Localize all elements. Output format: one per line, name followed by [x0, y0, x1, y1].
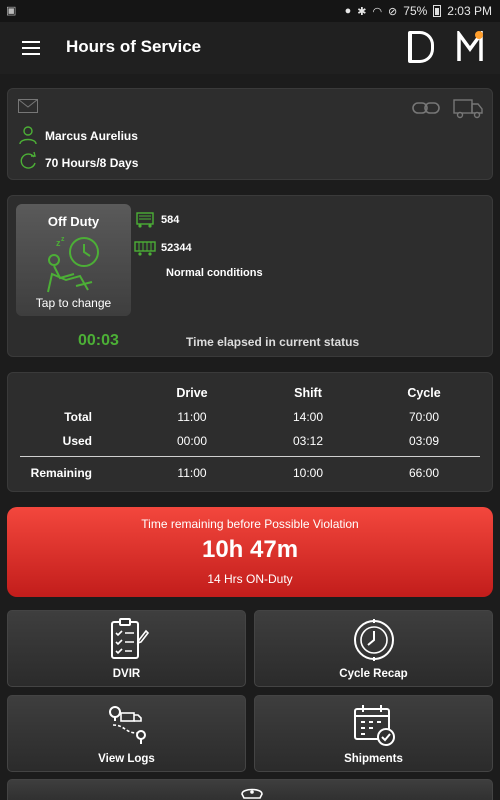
truck-icon[interactable]	[453, 97, 483, 119]
column-header-shift: Shift	[294, 386, 322, 400]
row-label-used: Used	[62, 434, 92, 448]
location-icon: ●	[344, 5, 352, 17]
violation-time-remaining: 10h 47m	[201, 536, 299, 563]
violation-banner[interactable]: Time remaining before Possible Violation…	[7, 507, 493, 597]
current-status-label: Off Duty	[47, 214, 100, 229]
svg-text:z: z	[61, 236, 65, 243]
dvir-button[interactable]: DVIR	[7, 610, 246, 687]
duty-status-card: Off Duty z z Tap to change 584 52344 Nor…	[7, 195, 493, 357]
violation-title: Time remaining before Possible Violation	[141, 517, 359, 531]
shipments-label: Shipments	[344, 753, 403, 765]
column-header-drive: Drive	[176, 386, 208, 400]
table-cell: 66:00	[408, 466, 440, 480]
clock-recap-icon	[353, 619, 394, 661]
table-cell: 14:00	[292, 410, 324, 424]
notification-dot	[475, 31, 483, 39]
column-header-cycle: Cycle	[407, 386, 441, 400]
link-icon[interactable]	[412, 101, 440, 115]
view-logs-button[interactable]: View Logs	[7, 695, 246, 772]
driver-d-icon[interactable]	[408, 31, 434, 63]
officer-cap-icon	[241, 788, 263, 799]
calendar-check-icon	[353, 705, 395, 746]
menu-icon[interactable]	[22, 41, 40, 55]
driving-conditions: Normal conditions	[166, 267, 263, 279]
tap-to-change-hint: Tap to change	[35, 296, 112, 310]
shipments-button[interactable]: Shipments	[254, 695, 493, 772]
truck-number-icon	[136, 212, 154, 228]
trailer-number-icon	[134, 241, 156, 256]
wifi-icon: ◠	[372, 5, 383, 18]
row-label-remaining: Remaining	[30, 466, 92, 480]
notification-icon: ▣	[6, 5, 17, 17]
app-bar: Hours of Service	[0, 22, 500, 74]
do-not-disturb-icon: ⊘	[388, 5, 398, 18]
battery-icon	[433, 5, 442, 17]
driver-name: Marcus Aurelius	[45, 129, 138, 143]
driver-person-icon	[19, 126, 37, 145]
elapsed-time-label: Time elapsed in current status	[186, 335, 360, 349]
view-logs-label: View Logs	[98, 753, 155, 765]
change-status-button[interactable]: Off Duty z z Tap to change	[16, 204, 131, 316]
route-logs-icon	[108, 706, 146, 744]
cycle-recap-label: Cycle Recap	[339, 668, 408, 680]
driver-cycle-rule: 70 Hours/8 Days	[45, 156, 139, 170]
off-duty-rest-icon: z z	[47, 236, 99, 293]
trailer-number: 52344	[161, 242, 192, 254]
system-status-bar: ▣ ● ✱ ◠ ⊘ 75% 2:03 PM	[0, 0, 500, 22]
driver-card: Marcus Aurelius 70 Hours/8 Days	[7, 88, 493, 180]
battery-percent: 75%	[403, 4, 428, 18]
elapsed-time: 00:03	[78, 332, 119, 349]
page-title: Hours of Service	[66, 37, 202, 56]
violation-rule: 14 Hrs ON-Duty	[207, 572, 293, 586]
table-cell: 03:09	[408, 434, 440, 448]
table-cell: 11:00	[177, 410, 207, 424]
row-label-total: Total	[64, 410, 92, 424]
table-cell: 03:12	[292, 434, 324, 448]
cycle-icon	[20, 151, 36, 169]
checklist-icon	[110, 618, 149, 659]
table-divider	[20, 456, 480, 457]
hours-table: Drive Shift Cycle Total 11:00 14:00 70:0…	[7, 372, 493, 492]
table-cell: 11:00	[177, 466, 207, 480]
table-cell: 70:00	[408, 410, 440, 424]
table-cell: 00:00	[176, 434, 208, 448]
clock-time: 2:03 PM	[447, 4, 492, 18]
table-cell: 10:00	[292, 466, 324, 480]
mail-icon[interactable]	[18, 99, 38, 113]
bluetooth-icon: ✱	[357, 5, 367, 18]
dvir-label: DVIR	[112, 668, 141, 680]
truck-number: 584	[161, 214, 180, 226]
more-options-button[interactable]	[7, 779, 493, 800]
cycle-recap-button[interactable]: Cycle Recap	[254, 610, 493, 687]
